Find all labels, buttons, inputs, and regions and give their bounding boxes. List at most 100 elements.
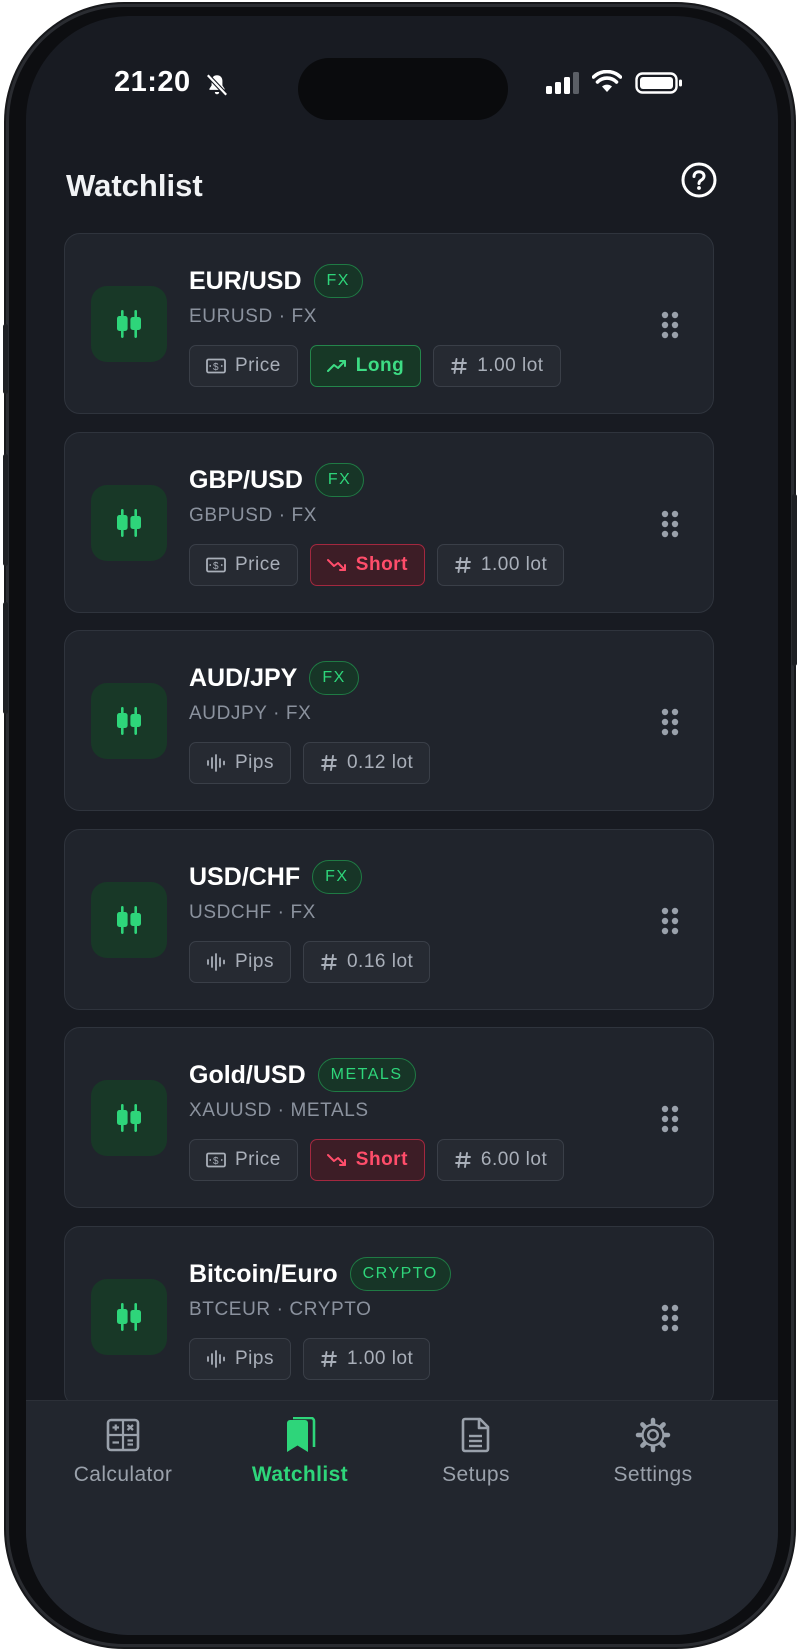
document-icon <box>461 1417 490 1453</box>
instrument-name: AUD/JPY <box>189 663 298 692</box>
svg-text:$: $ <box>213 362 219 373</box>
tab-label: Setups <box>442 1463 510 1486</box>
asset-class-badge: FX <box>309 661 359 695</box>
dynamic-island <box>298 58 508 120</box>
instrument-symbol: BTCEUR · CRYPTO <box>189 1299 372 1320</box>
candlestick-icon <box>117 1303 141 1331</box>
hash-icon <box>454 557 471 573</box>
bell-muted-icon <box>206 73 228 97</box>
drag-handle[interactable] <box>661 510 679 543</box>
pips-chip[interactable]: Pips <box>189 1338 291 1380</box>
chip-label: Short <box>355 1149 408 1170</box>
action-button <box>3 324 8 394</box>
drag-handle-icon <box>661 907 679 935</box>
chip-row: $ Price Long 1.00 lot <box>189 345 561 387</box>
chip-label: Pips <box>235 1348 274 1369</box>
hash-icon <box>451 358 468 374</box>
watchlist-card[interactable]: AUD/JPY FX AUDJPY · FX Pips 0.12 lot <box>64 630 714 811</box>
watchlist-card[interactable]: USD/CHF FX USDCHF · FX Pips 0.16 lot <box>64 829 714 1010</box>
chip-label: Price <box>235 355 281 376</box>
long-chip[interactable]: Long <box>309 345 422 387</box>
chip-label: 1.00 lot <box>480 554 548 575</box>
drag-handle-icon <box>661 1105 679 1133</box>
chip-row: Pips 0.16 lot <box>189 941 431 983</box>
drag-handle[interactable] <box>661 1105 679 1138</box>
chip-label: 6.00 lot <box>480 1149 548 1170</box>
watchlist-card[interactable]: Bitcoin/Euro CRYPTO BTCEUR · CRYPTO Pips 1.0… <box>64 1226 714 1407</box>
asset-class-badge: METALS <box>317 1058 416 1092</box>
candlestick-icon <box>117 310 141 338</box>
lot-chip[interactable]: 6.00 lot <box>436 1139 565 1181</box>
volume-down-button <box>3 602 8 714</box>
asset-class-badge: FX <box>313 264 363 298</box>
asset-class-badge: FX <box>312 860 362 894</box>
instrument-title: AUD/JPY FX <box>189 661 359 695</box>
drag-handle-icon <box>661 311 679 339</box>
drag-handle-icon <box>661 1304 679 1332</box>
lot-chip[interactable]: 0.16 lot <box>302 941 431 983</box>
instrument-symbol: EURUSD · FX <box>189 306 317 327</box>
watchlist-card[interactable]: EUR/USD FX EURUSD · FX $ Price Long 1.00 lot <box>64 233 714 414</box>
drag-handle[interactable] <box>661 311 679 344</box>
candlestick-icon <box>117 1104 141 1132</box>
cellular-signal-icon <box>546 72 579 94</box>
lot-chip[interactable]: 0.12 lot <box>302 742 431 784</box>
help-icon[interactable] <box>680 161 718 199</box>
instrument-title: USD/CHF FX <box>189 860 362 894</box>
instrument-icon <box>91 1080 167 1156</box>
tab-calculator[interactable]: Calculator <box>43 1417 203 1487</box>
svg-text:$: $ <box>213 561 219 572</box>
instrument-icon <box>91 683 167 759</box>
chip-label: Short <box>355 554 408 575</box>
hash-icon <box>321 1351 337 1367</box>
bookmark-icon <box>287 1417 316 1452</box>
candlestick-icon <box>117 509 141 537</box>
instrument-name: GBP/USD <box>189 465 303 494</box>
lot-chip[interactable]: 1.00 lot <box>436 544 565 586</box>
chip-label: 1.00 lot <box>346 1348 414 1369</box>
chip-label: Pips <box>235 752 274 773</box>
waveform-icon <box>207 754 225 772</box>
lot-chip[interactable]: 1.00 lot <box>433 345 561 387</box>
drag-handle[interactable] <box>661 708 679 741</box>
chip-row: Pips 0.12 lot <box>189 742 431 784</box>
short-chip[interactable]: Short <box>309 1139 425 1181</box>
phone-frame: 21:20 Watchlist EUR/USD FX EURUSD · FX $… <box>3 4 797 1647</box>
drag-handle-icon <box>661 510 679 538</box>
tab-watchlist[interactable]: Watchlist <box>220 1417 380 1487</box>
chip-label: Price <box>235 1149 281 1170</box>
watchlist-card[interactable]: Gold/USD METALS XAUUSD · METALS $ Price Short… <box>64 1027 714 1208</box>
app-screen: 21:20 Watchlist EUR/USD FX EURUSD · FX $… <box>26 16 778 1635</box>
lot-chip[interactable]: 1.00 lot <box>302 1338 431 1380</box>
drag-handle[interactable] <box>661 907 679 940</box>
chip-label: Pips <box>235 951 274 972</box>
instrument-name: Gold/USD <box>189 1060 306 1089</box>
price-chip[interactable]: $ Price <box>189 544 298 586</box>
instrument-title: Gold/USD METALS <box>189 1058 416 1092</box>
drag-handle-icon <box>661 708 679 736</box>
bottom-tab-bar: Calculator Watchlist Setups Settings <box>26 1400 778 1635</box>
hash-icon <box>321 755 337 771</box>
chip-label: 0.16 lot <box>346 951 414 972</box>
candlestick-icon <box>117 906 141 934</box>
trend-up-icon <box>326 360 346 372</box>
instrument-name: Bitcoin/Euro <box>189 1259 338 1288</box>
calculator-icon <box>106 1418 140 1452</box>
short-chip[interactable]: Short <box>309 544 425 586</box>
cash-icon: $ <box>206 1152 226 1168</box>
gear-icon <box>635 1417 671 1453</box>
waveform-icon <box>207 953 225 971</box>
instrument-symbol: XAUUSD · METALS <box>189 1100 369 1121</box>
price-chip[interactable]: $ Price <box>189 1139 298 1181</box>
pips-chip[interactable]: Pips <box>189 941 291 983</box>
instrument-name: EUR/USD <box>189 266 302 295</box>
pips-chip[interactable]: Pips <box>189 742 291 784</box>
watchlist-card[interactable]: GBP/USD FX GBPUSD · FX $ Price Short 1.00 lot <box>64 432 714 613</box>
chip-label: 0.12 lot <box>346 752 414 773</box>
trend-down-icon <box>326 559 346 571</box>
tab-setups[interactable]: Setups <box>396 1417 556 1487</box>
price-chip[interactable]: $ Price <box>189 345 298 387</box>
drag-handle[interactable] <box>661 1304 679 1337</box>
tab-settings[interactable]: Settings <box>573 1417 733 1487</box>
instrument-icon <box>91 485 167 561</box>
